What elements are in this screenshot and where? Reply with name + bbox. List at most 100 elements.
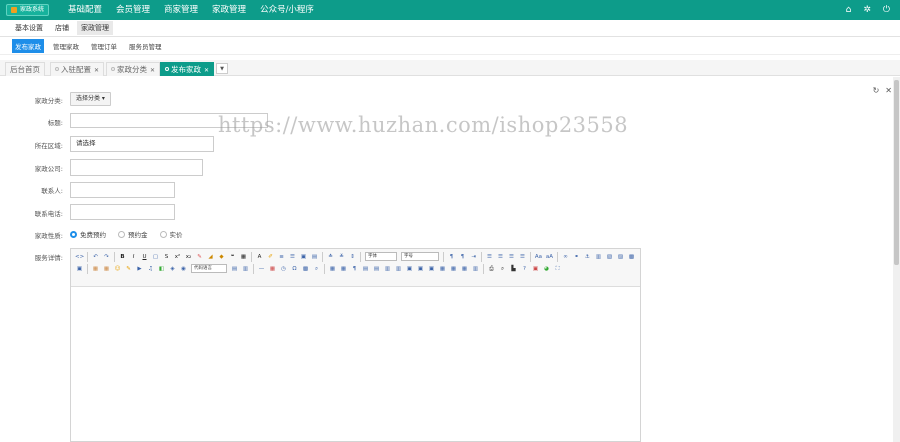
merge-down-icon[interactable]: ▣ xyxy=(427,264,436,274)
tab-store[interactable]: 店铺 xyxy=(55,23,69,33)
close-icon[interactable]: ✕ xyxy=(150,67,155,74)
radio-price[interactable]: 实价 xyxy=(159,229,183,239)
close-icon[interactable]: ✕ xyxy=(94,67,99,74)
row-spacing-top-icon[interactable]: ≛ xyxy=(326,252,335,262)
select-all-icon[interactable]: ▣ xyxy=(299,252,308,262)
split-cells-icon[interactable]: ▦ xyxy=(438,264,447,274)
select-category-button[interactable]: 选择分类 ▾ xyxy=(70,92,111,106)
superscript-icon[interactable]: x² xyxy=(173,252,182,262)
time-icon[interactable]: ◷ xyxy=(279,264,288,274)
home-icon[interactable]: ⌂ xyxy=(846,5,852,15)
scrawl-icon[interactable]: ✎ xyxy=(124,264,133,274)
page-tab-settle[interactable]: 入驻配置 ✕ xyxy=(50,62,105,76)
rtl-icon[interactable]: ¶ xyxy=(458,252,467,262)
align-right-icon[interactable]: ☰ xyxy=(507,252,516,262)
justify-icon[interactable]: ☰ xyxy=(518,252,527,262)
insert-image-icon[interactable]: ▦ xyxy=(91,264,100,274)
italic-icon[interactable]: I xyxy=(129,252,138,262)
tolowercase-icon[interactable]: aA xyxy=(545,252,554,262)
search-replace-icon[interactable]: ⌕ xyxy=(312,264,321,274)
scrollbar-thumb[interactable] xyxy=(894,80,899,265)
image-center-icon[interactable]: ▩ xyxy=(627,252,636,262)
power-icon[interactable]: ⏻ xyxy=(883,5,890,15)
tab-publish[interactable]: 发布家政 xyxy=(12,39,44,53)
page-tab-home[interactable]: 后台首页 xyxy=(5,62,45,76)
image-right-icon[interactable]: ▨ xyxy=(616,252,625,262)
title-input[interactable] xyxy=(70,113,268,128)
undo-icon[interactable]: ↶ xyxy=(91,252,100,262)
font-family-select[interactable]: 字体 xyxy=(365,252,397,261)
align-center-icon[interactable]: ☰ xyxy=(496,252,505,262)
delete-col-icon[interactable]: ▥ xyxy=(394,264,403,274)
eraser-icon[interactable]: ◢ xyxy=(206,252,215,262)
row-spacing-bottom-icon[interactable]: ≚ xyxy=(337,252,346,262)
tab-basic-settings[interactable]: 基本设置 xyxy=(15,23,43,33)
date-icon[interactable]: ▦ xyxy=(268,264,277,274)
line-height-icon[interactable]: ⇕ xyxy=(348,252,357,262)
insert-paragraph-icon[interactable]: ¶ xyxy=(350,264,359,274)
drafts-icon[interactable]: ▙ xyxy=(509,264,518,274)
split-rows-icon[interactable]: ▦ xyxy=(449,264,458,274)
border-icon[interactable]: ▢ xyxy=(151,252,160,262)
auto-typeset-icon[interactable]: ◕ xyxy=(542,264,551,274)
underline-icon[interactable]: U xyxy=(140,252,149,262)
align-left-icon[interactable]: ☰ xyxy=(485,252,494,262)
unlink-icon[interactable]: ⚭ xyxy=(572,252,581,262)
clear-format-icon[interactable]: ◆ xyxy=(217,252,226,262)
merge-right-icon[interactable]: ▣ xyxy=(416,264,425,274)
tab-staff[interactable]: 服务员管理 xyxy=(129,41,162,51)
page-tab-publish[interactable]: 发布家政 ✕ xyxy=(160,62,215,76)
topnav-item-housekeeping[interactable]: 家政管理 xyxy=(212,0,246,20)
indent-icon[interactable]: ⇥ xyxy=(469,252,478,262)
bold-icon[interactable]: B xyxy=(118,252,127,262)
tab-orders[interactable]: 管理订单 xyxy=(91,41,117,51)
source-icon[interactable]: <> xyxy=(75,252,84,262)
delete-row-icon[interactable]: ▤ xyxy=(372,264,381,274)
video-icon[interactable]: ▶ xyxy=(135,264,144,274)
clear-doc-icon[interactable]: ▤ xyxy=(310,252,319,262)
blockquote-icon[interactable]: ❝ xyxy=(228,252,237,262)
insert-col-icon[interactable]: ▥ xyxy=(383,264,392,274)
radio-deposit[interactable]: 预约金 xyxy=(118,229,148,239)
page-scrollbar[interactable] xyxy=(893,77,900,442)
link-icon[interactable]: ∞ xyxy=(561,252,570,262)
topnav-item-merchants[interactable]: 商家管理 xyxy=(164,0,198,20)
anchor-icon[interactable]: ⚓ xyxy=(583,252,592,262)
radio-free[interactable]: 免费预约 xyxy=(70,229,106,239)
ltr-icon[interactable]: ¶ xyxy=(447,252,456,262)
code-language-select[interactable]: 代码语言 xyxy=(191,264,227,273)
highlight-icon[interactable]: ✐ xyxy=(266,252,275,262)
subscript-icon[interactable]: x₂ xyxy=(184,252,193,262)
merge-cells-icon[interactable]: ▣ xyxy=(405,264,414,274)
emotion-icon[interactable]: ☺ xyxy=(113,264,122,274)
ordered-list-icon[interactable]: ≡ xyxy=(277,252,286,262)
contact-input[interactable] xyxy=(70,182,175,198)
print-icon[interactable]: ⎙ xyxy=(487,264,496,274)
multi-image-icon[interactable]: ▦ xyxy=(102,264,111,274)
topnav-item-wechat[interactable]: 公众号/小程序 xyxy=(260,0,314,20)
close-icon[interactable]: ✕ xyxy=(204,67,209,74)
font-size-select[interactable]: 字号 xyxy=(401,252,439,261)
wordimage-icon[interactable]: ▩ xyxy=(301,264,310,274)
insert-row-icon[interactable]: ▤ xyxy=(361,264,370,274)
horizontal-rule-icon[interactable]: — xyxy=(257,264,266,274)
refresh-icon[interactable]: ↻ xyxy=(873,86,880,95)
page-tab-category[interactable]: 家政分类 ✕ xyxy=(106,62,161,76)
strikethrough-icon[interactable]: S xyxy=(162,252,171,262)
gmap-icon[interactable]: ◉ xyxy=(179,264,188,274)
background-icon[interactable]: ▥ xyxy=(241,264,250,274)
template-icon[interactable]: ▤ xyxy=(230,264,239,274)
rich-text-editor[interactable]: <> ↶ ↷ B I U ▢ Sx² x₂ ✎ ◢ ◆ ❝ ▦ A ✐ ≡ ☰ ▣ ▤ ≛ ≚ ⇕ 字体 字号 ¶ ¶ ⇥… xyxy=(70,248,641,442)
tab-manage[interactable]: 管理家政 xyxy=(53,41,79,51)
phone-input[interactable] xyxy=(70,204,175,220)
pasteplain-icon[interactable]: ▦ xyxy=(239,252,248,262)
font-color-icon[interactable]: A xyxy=(255,252,264,262)
split-cols-icon[interactable]: ▦ xyxy=(460,264,469,274)
topnav-item-basic[interactable]: 基础配置 xyxy=(68,0,102,20)
redo-icon[interactable]: ↷ xyxy=(102,252,111,262)
image-float-none-icon[interactable]: ▥ xyxy=(594,252,603,262)
image-left-icon[interactable]: ▧ xyxy=(605,252,614,262)
snapshot-icon[interactable]: ▣ xyxy=(531,264,540,274)
unordered-list-icon[interactable]: ☰ xyxy=(288,252,297,262)
insert-table-icon[interactable]: ▦ xyxy=(328,264,337,274)
